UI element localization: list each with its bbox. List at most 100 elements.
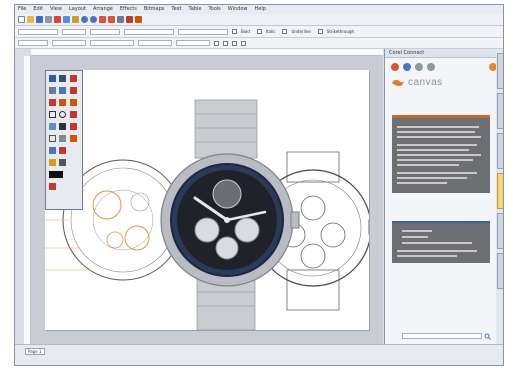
docker-tab-1[interactable] — [497, 53, 503, 89]
menu-view[interactable]: View — [50, 5, 62, 14]
zoom-tool-icon[interactable] — [59, 87, 66, 94]
docker-tab-2[interactable] — [497, 93, 503, 129]
docker-tab-connect[interactable] — [497, 173, 503, 209]
menu-bitmaps[interactable]: Bitmaps — [144, 5, 165, 14]
standard-toolbar — [15, 14, 503, 26]
refresh-icon[interactable] — [403, 63, 411, 71]
menu-effects[interactable]: Effects — [120, 5, 137, 14]
fill-checkbox[interactable] — [241, 40, 246, 46]
strikethrough-label: Strikethrough — [326, 29, 355, 34]
print-icon[interactable] — [45, 16, 52, 23]
property-bar-row-2 — [15, 38, 503, 49]
brand-logo: canvas — [391, 77, 443, 88]
save-icon[interactable] — [36, 16, 43, 23]
forward-icon[interactable] — [427, 63, 435, 71]
eyedropper-tool-icon[interactable] — [49, 159, 56, 166]
watch-artwork — [45, 99, 376, 331]
connect-docker: Corel Connect canvas — [384, 49, 497, 346]
application-window: File Edit View Layout Arrange Effects Bi… — [14, 4, 504, 366]
ellipse-tool-icon[interactable] — [59, 111, 66, 118]
rectangle-tool-icon[interactable] — [49, 111, 56, 118]
menu-text[interactable]: Text — [171, 5, 181, 14]
envelope-tool-icon[interactable] — [70, 111, 77, 118]
snap-icon[interactable] — [126, 16, 133, 23]
contour-tool-icon[interactable] — [70, 99, 77, 106]
italic-checkbox[interactable] — [256, 29, 262, 34]
table-tool-icon[interactable] — [49, 135, 56, 142]
font-size-field[interactable] — [62, 28, 86, 35]
crop-tool-icon[interactable] — [49, 87, 56, 94]
freehand-tool-icon[interactable] — [49, 99, 56, 106]
menu-edit[interactable]: Edit — [33, 5, 43, 14]
menu-tools[interactable]: Tools — [208, 5, 220, 14]
copy-icon[interactable] — [63, 16, 70, 23]
brand-name: canvas — [408, 77, 443, 88]
smart-fill-tool-icon[interactable] — [59, 99, 66, 106]
mesh-fill-icon[interactable] — [70, 75, 77, 82]
drawing-canvas[interactable] — [31, 56, 383, 346]
shape-tool-icon[interactable] — [59, 75, 66, 82]
export-icon[interactable] — [108, 16, 115, 23]
docker-tab-5[interactable] — [497, 213, 503, 249]
strikethrough-checkbox[interactable] — [317, 29, 323, 34]
spacing-field[interactable] — [124, 28, 174, 35]
back-icon[interactable] — [415, 63, 423, 71]
cut-icon[interactable] — [54, 16, 61, 23]
duplicate-field[interactable] — [90, 40, 134, 46]
toolbox — [45, 70, 83, 210]
blend-tool-icon[interactable] — [59, 147, 66, 154]
docker-tab-6[interactable] — [497, 253, 503, 289]
polygon-tool-icon[interactable] — [49, 123, 56, 130]
transparency-tool-icon[interactable] — [70, 87, 77, 94]
zoom-icon[interactable] — [117, 16, 124, 23]
shadow-tool-icon[interactable] — [70, 135, 77, 142]
page-artboard — [45, 70, 376, 331]
nudge-field[interactable] — [52, 40, 86, 46]
menu-layout[interactable]: Layout — [69, 5, 86, 14]
docker-tab-3[interactable] — [497, 133, 503, 169]
offset-field[interactable] — [178, 28, 228, 35]
underline-label: Underline — [291, 29, 311, 34]
style-field[interactable] — [90, 28, 120, 35]
outline-checkbox[interactable] — [232, 40, 237, 46]
options-icon[interactable] — [135, 16, 142, 23]
text-tool-icon[interactable] — [59, 123, 66, 130]
horizontal-ruler — [31, 49, 383, 56]
wrap-checkbox[interactable] — [223, 40, 228, 46]
menu-window[interactable]: Window — [228, 5, 248, 14]
menu-table[interactable]: Table — [189, 5, 202, 14]
welcome-panel — [392, 115, 490, 193]
underline-checkbox[interactable] — [282, 29, 288, 34]
outline-tool-icon[interactable] — [59, 159, 66, 166]
menu-arrange[interactable]: Arrange — [93, 5, 113, 14]
undo-icon[interactable] — [81, 16, 88, 23]
fill-tool-icon[interactable] — [49, 171, 63, 178]
connector-tool-icon[interactable] — [49, 147, 56, 154]
dimension-tool-icon[interactable] — [59, 135, 66, 142]
import-icon[interactable] — [99, 16, 106, 23]
width-field[interactable] — [138, 40, 172, 46]
font-list[interactable] — [18, 28, 58, 35]
extrude-tool-icon[interactable] — [70, 123, 77, 130]
lock-ratio-checkbox[interactable] — [214, 40, 219, 46]
search-icon[interactable] — [484, 333, 491, 340]
units-field[interactable] — [18, 40, 48, 46]
home-icon[interactable] — [391, 63, 399, 71]
docker-search-input[interactable] — [402, 333, 482, 339]
bold-checkbox[interactable] — [232, 29, 237, 34]
menu-file[interactable]: File — [18, 5, 26, 14]
pick-tool-icon[interactable] — [49, 75, 56, 82]
center-watch-render — [160, 99, 300, 331]
height-field[interactable] — [176, 40, 210, 46]
docker-toolbar — [391, 63, 497, 71]
page-tab[interactable]: Page 1 — [25, 348, 45, 355]
status-bar: Page 1 — [15, 344, 503, 365]
open-icon[interactable] — [27, 16, 34, 23]
paste-icon[interactable] — [72, 16, 79, 23]
vertical-ruler — [24, 56, 31, 346]
property-bar-row-1: Bold Italic Underline Strikethrough — [15, 26, 503, 38]
menu-help[interactable]: Help — [254, 5, 265, 14]
new-icon[interactable] — [18, 16, 25, 23]
interactive-fill-icon[interactable] — [49, 183, 56, 190]
redo-icon[interactable] — [90, 16, 97, 23]
